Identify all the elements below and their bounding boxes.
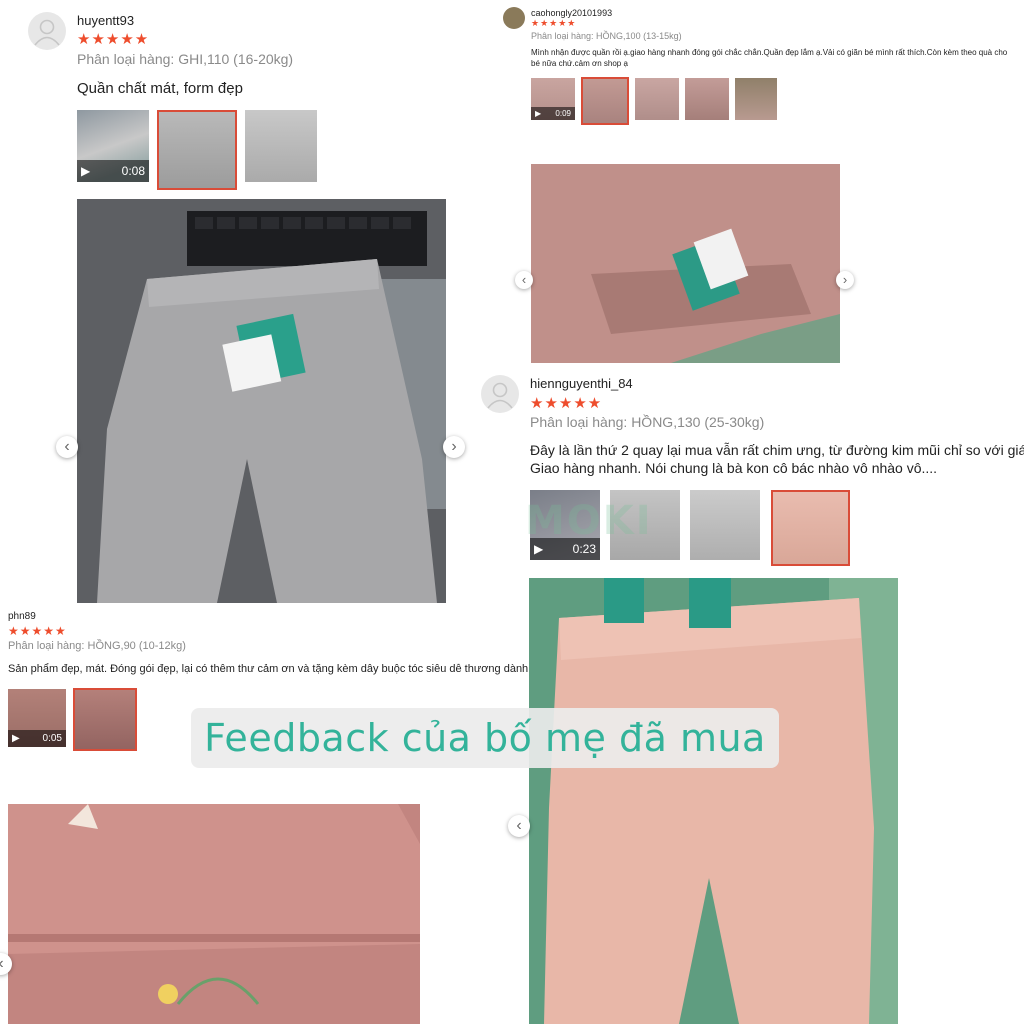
carousel-next-button[interactable]: ›	[443, 436, 465, 458]
video-duration: 0:08	[121, 164, 145, 178]
carousel-next-button[interactable]: ›	[836, 271, 854, 289]
rating-stars: ★★★★★	[77, 31, 150, 48]
carousel-prev-button[interactable]: ‹	[515, 271, 533, 289]
photo-thumbnail[interactable]	[690, 490, 760, 560]
review-photo-grey-leggings	[77, 199, 446, 603]
rating-stars: ★★★★★	[530, 395, 603, 412]
photo-thumbnail-selected[interactable]	[581, 77, 629, 125]
video-duration: 0:05	[42, 733, 62, 744]
rating-stars: ★★★★★	[8, 624, 67, 638]
video-thumbnail[interactable]: ▶ 0:08	[77, 110, 149, 182]
review-photo-pink-leggings	[529, 578, 898, 1024]
variant-label: Phân loại hàng: GHI,110 (16-20kg)	[77, 51, 294, 67]
review-comment: Quần chất mát, form đẹp	[77, 80, 243, 97]
photo-thumbnail[interactable]	[245, 110, 317, 182]
video-camera-icon: ▶	[12, 733, 20, 744]
video-camera-icon: ▶	[535, 109, 542, 118]
watermark: MOKI	[525, 498, 653, 544]
reviewer-username[interactable]: phn89	[8, 611, 36, 622]
reviewer-username[interactable]: caohongly20101993	[531, 8, 612, 18]
avatar	[503, 7, 525, 29]
video-thumbnail[interactable]: ▶ 0:09	[531, 78, 575, 120]
video-camera-icon: ▶	[81, 164, 91, 178]
photo-thumbnail[interactable]	[685, 78, 729, 120]
review-comment: bé nữa chứ.cảm ơn shop ạ	[531, 59, 628, 68]
carousel-prev-button[interactable]: ‹	[56, 436, 78, 458]
video-duration: 0:23	[572, 542, 596, 556]
variant-label: Phân loại hàng: HỒNG,130 (25-30kg)	[530, 414, 765, 430]
avatar	[481, 375, 519, 413]
video-duration: 0:09	[555, 109, 571, 118]
photo-thumbnail-selected[interactable]	[771, 490, 850, 566]
review-comment: Mình nhận được quần rồi ạ.giao hàng nhan…	[531, 48, 1008, 57]
video-thumbnail[interactable]: ▶ 0:05	[8, 689, 66, 747]
review-comment: Đây là lần thứ 2 quay lại mua vẫn rất ch…	[530, 442, 1024, 458]
reviewer-username[interactable]: huyentt93	[77, 13, 134, 28]
photo-thumbnail[interactable]	[735, 78, 777, 120]
variant-label: Phân loại hàng: HỒNG,90 (10-12kg)	[8, 640, 186, 652]
video-camera-icon: ▶	[534, 542, 544, 556]
variant-label: Phân loại hàng: HỒNG,100 (13-15kg)	[531, 31, 682, 41]
photo-thumbnail-selected[interactable]	[157, 110, 237, 190]
carousel-prev-button[interactable]: ‹	[508, 815, 530, 837]
photo-thumbnail-selected[interactable]	[73, 688, 137, 751]
review-comment: Sản phẩm đẹp, mát. Đóng gói đẹp, lại có …	[8, 663, 528, 675]
review-photo-pink-leggings-folded	[531, 164, 840, 363]
photo-thumbnail[interactable]	[635, 78, 679, 120]
avatar	[28, 12, 66, 50]
review-photo-pink-shorts	[8, 804, 420, 1024]
review-comment: Giao hàng nhanh. Nói chung là bà kon cô …	[530, 460, 938, 476]
reviewer-username[interactable]: hiennguyenthi_84	[530, 376, 633, 391]
feedback-banner: Feedback của bố mẹ đã mua	[191, 708, 779, 768]
rating-stars: ★★★★★	[531, 18, 577, 28]
